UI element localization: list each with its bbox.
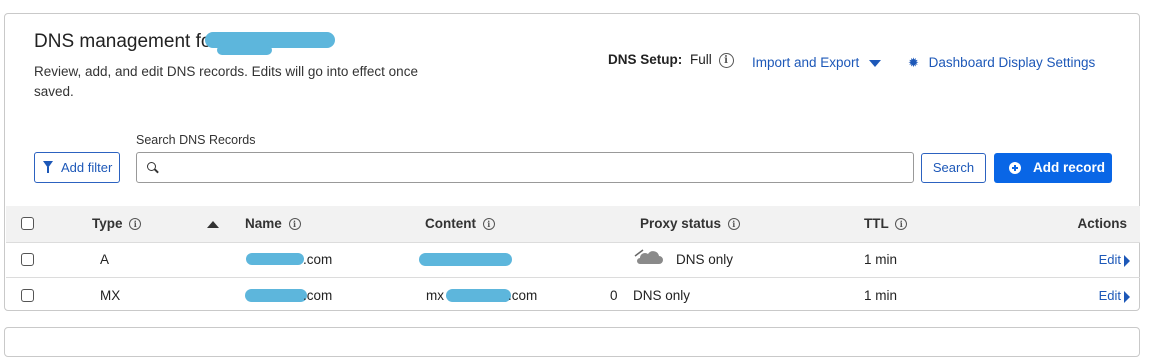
record-ttl: 1 min <box>864 288 898 303</box>
table-row: MX .com mx .com 0 DNS only 1 min Edit <box>6 278 1140 313</box>
info-circle-icon[interactable]: i <box>718 52 734 68</box>
dns-setup-label: DNS Setup: <box>608 52 683 67</box>
dashboard-display-settings-link[interactable]: ✹ Dashboard Display Settings <box>908 55 1095 71</box>
gear-icon: ✹ <box>908 55 919 70</box>
record-name: .com <box>303 252 333 267</box>
caret-right-icon <box>1124 254 1130 267</box>
column-type[interactable]: Type i <box>92 206 142 242</box>
caret-down-icon <box>869 59 882 67</box>
column-actions: Actions <box>1077 216 1127 231</box>
add-record-label: Add record <box>1033 160 1106 175</box>
info-circle-icon: i <box>288 218 301 231</box>
column-content-label: Content <box>425 216 476 231</box>
record-content-suffix: .com <box>508 288 538 303</box>
table-row: A .com DNS only 1 min Edit <box>6 242 1140 278</box>
secondary-card <box>4 327 1140 357</box>
column-name[interactable]: Name i <box>245 206 301 242</box>
edit-label: Edit <box>1098 288 1121 303</box>
add-filter-label: Add filter <box>61 160 113 175</box>
cloud-icon <box>634 249 663 264</box>
proxy-status: DNS only <box>676 252 734 267</box>
row-checkbox[interactable] <box>21 289 34 302</box>
search-label: Search DNS Records <box>136 133 256 147</box>
info-circle-icon: i <box>727 218 740 231</box>
record-ttl: 1 min <box>864 252 898 267</box>
search-button[interactable]: Search <box>921 153 986 183</box>
record-priority: 0 <box>610 288 618 303</box>
edit-record-button[interactable]: Edit <box>1099 242 1130 277</box>
info-circle-icon: i <box>895 218 908 231</box>
info-circle-icon: i <box>129 218 142 231</box>
sort-ascending-icon[interactable] <box>207 221 219 228</box>
column-ttl-label: TTL <box>864 216 889 231</box>
column-content[interactable]: Content i <box>425 206 495 242</box>
table-header: Type i Name i Content i Proxy status i T… <box>6 206 1140 243</box>
plus-circle-icon <box>1009 162 1021 174</box>
row-checkbox[interactable] <box>21 253 34 266</box>
dns-management-card: DNS management for Review, add, and edit… <box>4 13 1140 311</box>
info-circle-icon: i <box>482 218 495 231</box>
edit-record-button[interactable]: Edit <box>1099 278 1130 313</box>
add-filter-button[interactable]: Add filter <box>34 152 120 183</box>
page-title: DNS management for <box>34 31 218 52</box>
record-type: MX <box>100 288 121 303</box>
filter-icon <box>43 161 53 173</box>
search-input[interactable] <box>165 159 909 179</box>
record-type: A <box>100 252 110 267</box>
dns-setup-value: Full <box>690 52 712 67</box>
column-type-label: Type <box>92 216 123 231</box>
record-name: .com <box>303 288 333 303</box>
search-icon <box>147 162 156 171</box>
edit-label: Edit <box>1098 252 1121 267</box>
redacted-domain-tail <box>217 45 272 55</box>
proxy-status: DNS only <box>633 288 691 303</box>
add-record-button[interactable]: Add record <box>994 153 1112 183</box>
column-proxy-status[interactable]: Proxy status i <box>640 206 740 242</box>
page-description: Review, add, and edit DNS records. Edits… <box>34 64 418 99</box>
search-dns-input-wrapper <box>136 152 914 183</box>
column-proxy-label: Proxy status <box>640 216 722 231</box>
redacted-name <box>246 253 304 265</box>
caret-right-icon <box>1124 290 1130 303</box>
redacted-content <box>419 253 512 266</box>
import-export-label: Import and Export <box>752 55 860 70</box>
select-all-checkbox[interactable] <box>21 217 34 230</box>
column-name-label: Name <box>245 216 282 231</box>
redacted-content <box>446 289 511 302</box>
column-ttl[interactable]: TTL i <box>864 206 908 242</box>
import-export-dropdown[interactable]: Import and Export <box>752 55 882 70</box>
redacted-name <box>245 289 307 302</box>
dashboard-settings-label: Dashboard Display Settings <box>928 55 1096 70</box>
dns-setup-status: DNS Setup: Full i <box>608 52 734 68</box>
record-content-prefix: mx <box>426 288 444 303</box>
